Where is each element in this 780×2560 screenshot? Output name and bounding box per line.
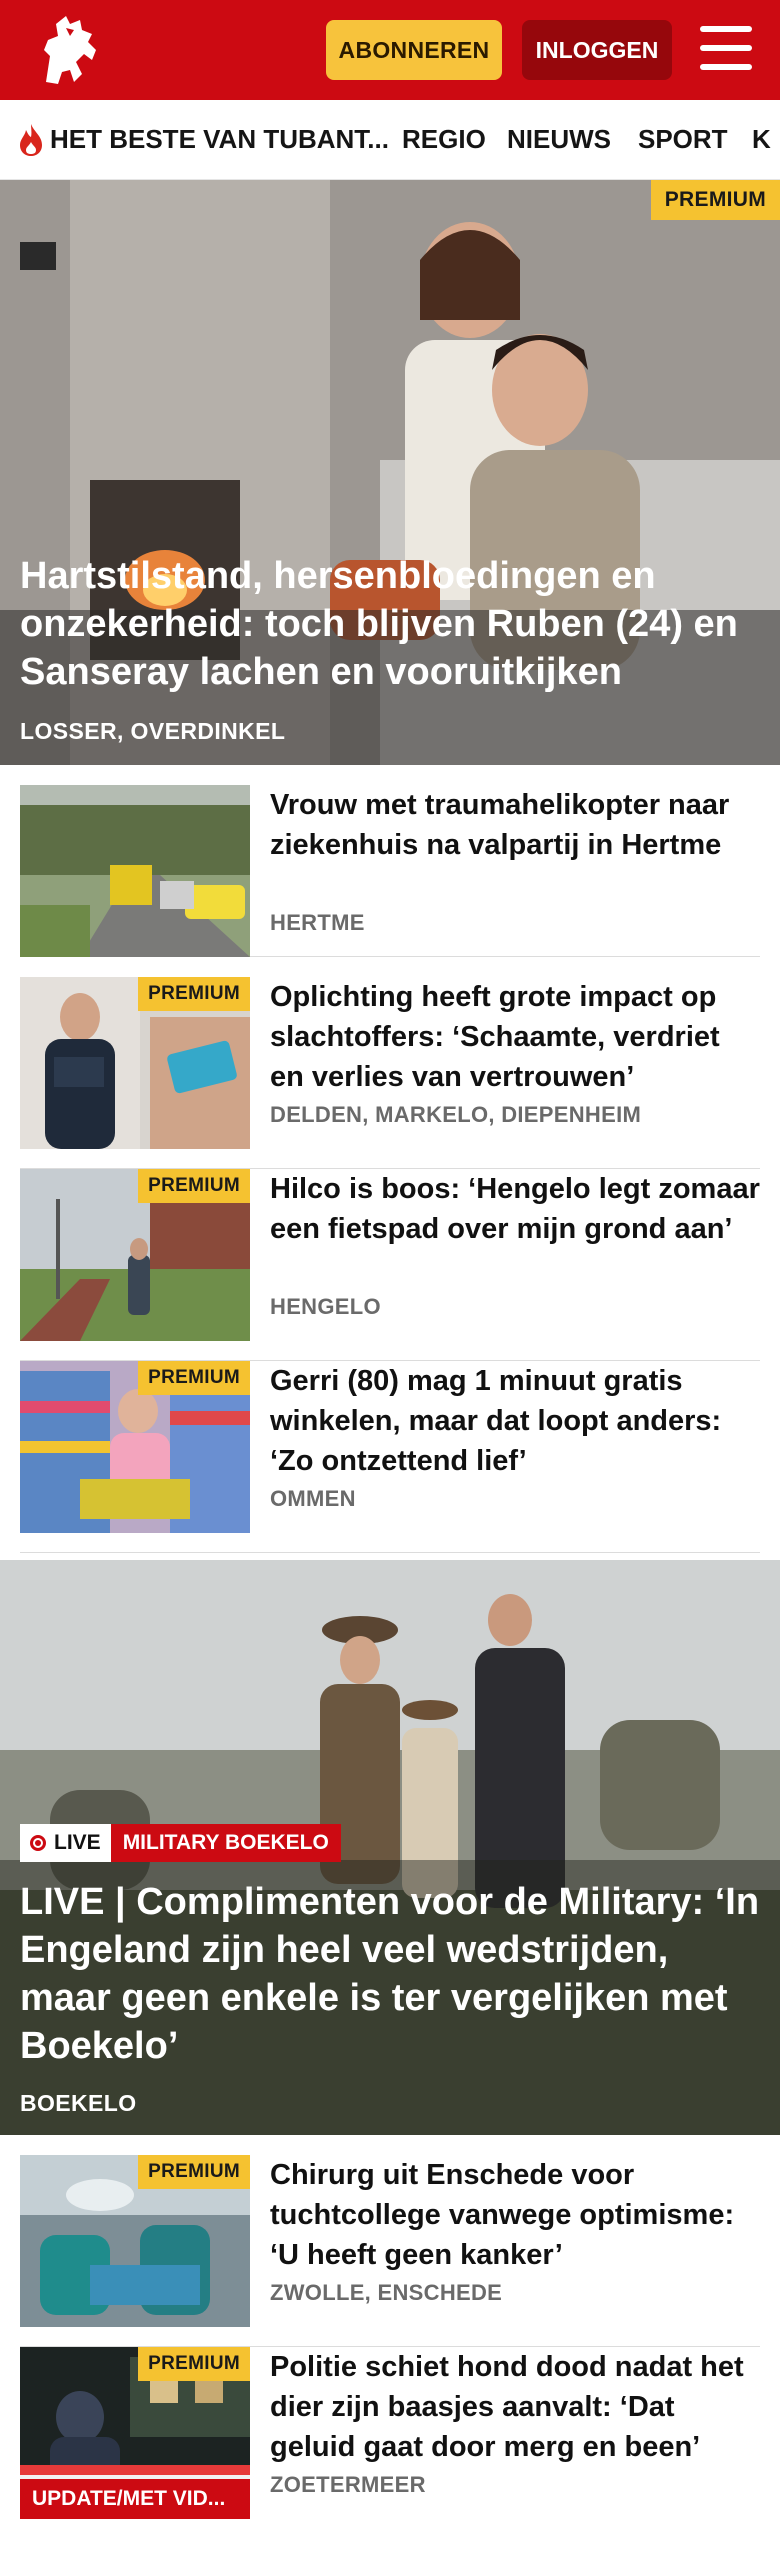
list-item[interactable]: Vrouw met traumahelikopter naar ziekenhu… <box>20 785 760 957</box>
article-thumbnail: PREMIUM <box>20 1361 250 1533</box>
live-location: BOEKELO <box>20 2090 137 2116</box>
horse-logo-icon[interactable] <box>36 10 106 90</box>
list-item[interactable]: PREMIUM Gerri (80) mag 1 minuut gratis w… <box>20 1361 760 1553</box>
article-title[interactable]: Hilco is boos: ‘Hengelo legt zomaar een … <box>270 1169 760 1249</box>
flame-icon <box>20 124 42 156</box>
top-bar: ABONNEREN INLOGGEN <box>0 0 780 100</box>
live-hero-article[interactable]: LIVE MILITARY BOEKELO LIVE | Complimente… <box>0 1560 780 2135</box>
article-thumbnail: PREMIUM <box>20 2155 250 2327</box>
article-title[interactable]: Oplichting heeft grote impact op slachto… <box>270 977 760 1097</box>
article-title[interactable]: Chirurg uit Enschede voor tuchtcollege v… <box>270 2155 760 2275</box>
premium-badge: PREMIUM <box>138 2347 250 2381</box>
section-nav: HET BESTE VAN TUBANT... REGIO NIEUWS SPO… <box>0 100 780 180</box>
article-location: OMMEN <box>270 1486 356 1511</box>
hero-location: LOSSER, OVERDINKEL <box>20 718 286 744</box>
premium-badge: PREMIUM <box>138 1169 250 1203</box>
list-item[interactable]: PREMIUM Chirurg uit Enschede voor tuchtc… <box>20 2155 760 2347</box>
list-item[interactable]: PREMIUM Oplichting heeft grote impact op… <box>20 977 760 1169</box>
login-button[interactable]: INLOGGEN <box>522 20 672 80</box>
hero-article[interactable]: PREMIUM Hartstilstand, hersenbloedingen … <box>0 180 780 765</box>
premium-badge: PREMIUM <box>138 1361 250 1395</box>
article-thumbnail: PREMIUM <box>20 1169 250 1341</box>
nav-item-nieuws[interactable]: NIEUWS <box>507 124 611 155</box>
nav-item-regio[interactable]: REGIO <box>402 124 486 155</box>
article-location: HENGELO <box>270 1294 381 1319</box>
article-location: HERTME <box>270 910 365 935</box>
live-indicator-icon <box>30 1835 46 1851</box>
premium-badge: PREMIUM <box>138 977 250 1011</box>
article-thumbnail: PREMIUM <box>20 977 250 1149</box>
article-title[interactable]: Gerri (80) mag 1 minuut gratis winkelen,… <box>270 1361 760 1481</box>
hero-headline[interactable]: Hartstilstand, hersenbloedingen en onzek… <box>20 552 760 696</box>
article-location: ZWOLLE, ENSCHEDE <box>270 2280 503 2305</box>
hamburger-menu-icon[interactable] <box>700 24 752 72</box>
article-title[interactable]: Vrouw met traumahelikopter naar ziekenhu… <box>270 785 760 865</box>
live-text: LIVE <box>54 1831 101 1854</box>
live-badge: LIVE MILITARY BOEKELO <box>20 1824 341 1862</box>
list-item[interactable]: PREMIUM UPDATE/MET VID... Politie schiet… <box>20 2347 760 2539</box>
live-category[interactable]: MILITARY BOEKELO <box>110 1824 341 1862</box>
article-location: DELDEN, MARKELO, DIEPENHEIM <box>270 1102 642 1127</box>
nav-item-sport[interactable]: SPORT <box>638 124 728 155</box>
nav-item-best-of[interactable]: HET BESTE VAN TUBANT... <box>50 124 389 155</box>
article-location: ZOETERMEER <box>270 2472 426 2497</box>
premium-badge: PREMIUM <box>138 2155 250 2189</box>
list-item[interactable]: PREMIUM Hilco is boos: ‘Hengelo legt zom… <box>20 1169 760 1361</box>
subscribe-button[interactable]: ABONNEREN <box>326 20 502 80</box>
article-title[interactable]: Politie schiet hond dood nadat het dier … <box>270 2347 760 2467</box>
article-thumbnail: PREMIUM UPDATE/MET VID... <box>20 2347 250 2519</box>
nav-item-more[interactable]: K <box>752 124 771 155</box>
update-video-badge: UPDATE/MET VID... <box>20 2479 250 2519</box>
live-label: LIVE <box>20 1824 111 1862</box>
premium-badge: PREMIUM <box>650 180 780 220</box>
article-thumbnail <box>20 785 250 957</box>
live-headline[interactable]: LIVE | Complimenten voor de Military: ‘I… <box>20 1878 765 2070</box>
